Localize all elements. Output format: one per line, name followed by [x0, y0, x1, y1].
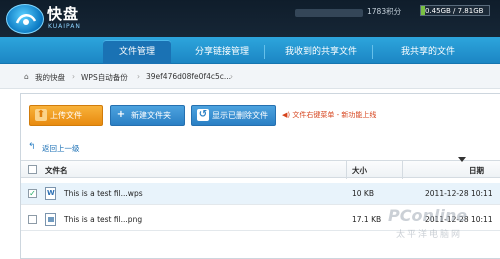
wps-file-icon: [45, 187, 56, 200]
new-folder-button[interactable]: + 新建文件夹: [110, 105, 185, 126]
show-deleted-button[interactable]: ↺ 显示已删除文件: [191, 105, 276, 126]
kuaipan-logo-icon[interactable]: [6, 4, 44, 34]
chevron-right-icon: ›: [230, 72, 233, 81]
column-divider: [346, 161, 347, 179]
storage-meter: 0.45GB / 7.81GB: [420, 5, 490, 16]
file-name[interactable]: This is a test fil...png: [64, 215, 142, 224]
back-arrow-icon[interactable]: ↰: [28, 142, 38, 152]
tab-file-management[interactable]: 文件管理: [103, 40, 171, 64]
main-nav: 文件管理 分享链接管理 我收到的共享文件 我共享的文件: [0, 37, 500, 64]
column-header-name[interactable]: 文件名: [45, 165, 68, 176]
notice-text: 文件右键菜单 - 新功能上线: [292, 111, 377, 119]
back-link[interactable]: 返回上一级: [42, 143, 80, 154]
breadcrumb-item-wps-backup[interactable]: WPS自动备份: [81, 72, 128, 83]
tab-share-links[interactable]: 分享链接管理: [182, 40, 262, 64]
sort-down-icon[interactable]: [458, 157, 466, 162]
points-count: 1783积分: [367, 7, 402, 16]
file-name[interactable]: This is a test fil...wps: [64, 189, 143, 198]
select-all-checkbox[interactable]: [28, 165, 37, 174]
deleted-files-icon: ↺: [197, 109, 209, 121]
plus-icon: +: [116, 109, 126, 120]
breadcrumb: ⌂ 我的快盘 › WPS自动备份 › 39ef476d08fe0f4c5c...…: [0, 64, 500, 89]
tab-my-shares[interactable]: 我共享的文件: [378, 40, 478, 64]
nav-divider: [372, 45, 373, 59]
chevron-right-icon: ›: [137, 72, 140, 81]
watermark-text: PConline: [388, 206, 468, 225]
show-deleted-label: 显示已删除文件: [212, 111, 268, 120]
top-header: 快盘 KUAIPAN 1783积分 0.45GB / 7.81GB: [0, 0, 500, 37]
file-date: 2011-12-28 10:11: [425, 189, 493, 198]
breadcrumb-item-current[interactable]: 39ef476d08fe0f4c5c...: [146, 72, 231, 81]
upload-label: 上传文件: [50, 111, 82, 120]
row-checkbox[interactable]: ✓: [28, 189, 37, 198]
logo-subtitle: KUAIPAN: [48, 23, 81, 30]
column-header-size[interactable]: 大小: [352, 165, 367, 176]
file-size: 17.1 KB: [352, 215, 382, 224]
new-folder-label: 新建文件夹: [131, 111, 171, 120]
table-header: 文件名 大小 日期: [21, 160, 500, 179]
account-name-blurred[interactable]: [295, 9, 363, 17]
file-size: 10 KB: [352, 189, 374, 198]
new-feature-notice[interactable]: ◀) 文件右键菜单 - 新功能上线: [282, 110, 376, 120]
upload-button[interactable]: ⬆ 上传文件: [29, 105, 103, 126]
watermark-subtext: 太平洋电脑网: [396, 230, 463, 240]
table-row[interactable]: ✓ This is a test fil...wps 10 KB 2011-12…: [21, 183, 500, 205]
logo-text[interactable]: 快盘: [47, 3, 79, 24]
upload-icon: ⬆: [35, 109, 47, 121]
image-file-icon: [45, 213, 56, 226]
chevron-right-icon: ›: [72, 72, 75, 81]
row-checkbox[interactable]: [28, 215, 37, 224]
column-header-date[interactable]: 日期: [469, 165, 484, 176]
breadcrumb-item-root[interactable]: 我的快盘: [35, 72, 65, 83]
nav-divider: [264, 45, 265, 59]
column-divider: [402, 161, 403, 179]
home-icon[interactable]: ⌂: [24, 72, 29, 81]
storage-text: 0.45GB / 7.81GB: [425, 7, 484, 15]
tab-received-shares[interactable]: 我收到的共享文件: [272, 40, 370, 64]
